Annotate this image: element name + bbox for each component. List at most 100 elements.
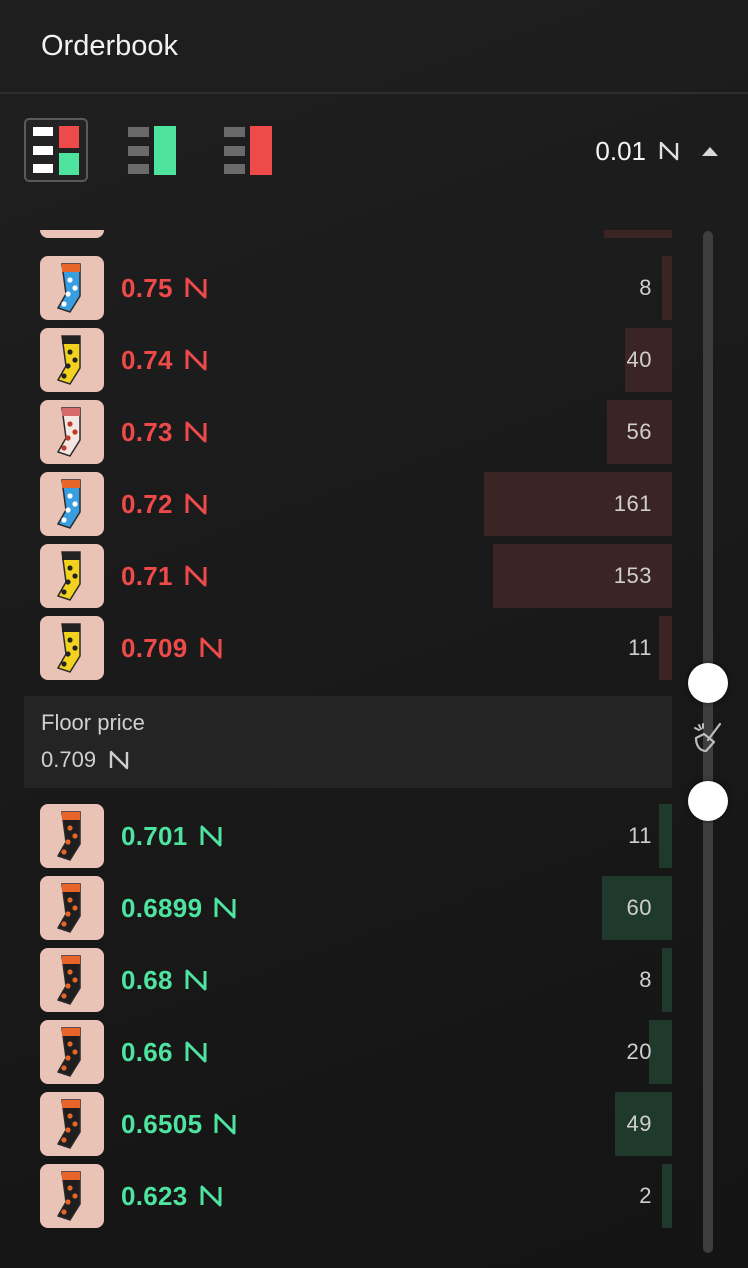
near-icon — [198, 1183, 224, 1209]
order-price: 0.75 — [121, 256, 209, 320]
order-quantity: 2 — [639, 1183, 652, 1208]
view-asks-button[interactable] — [216, 118, 280, 182]
order-quantity: 40 — [626, 347, 652, 372]
floor-price-value: 0.709 — [41, 747, 130, 773]
order-quantity: 49 — [626, 1111, 652, 1136]
floor-price-label: Floor price — [41, 710, 145, 735]
nft-thumbnail[interactable] — [40, 1164, 104, 1228]
nft-thumbnail[interactable] — [40, 1020, 104, 1084]
order-price: 0.623 — [121, 1164, 224, 1228]
ask-row[interactable]: 0.71 153 — [40, 544, 672, 608]
order-quantity: 153 — [613, 563, 652, 588]
near-icon — [198, 823, 224, 849]
ask-row[interactable]: 0.72 161 — [40, 472, 672, 536]
ask-row[interactable]: 0.74 40 — [40, 328, 672, 392]
order-quantity: 8 — [639, 967, 652, 992]
layout-icon-bar — [128, 127, 149, 137]
near-icon — [183, 491, 209, 517]
bid-row[interactable]: 0.66 20 — [40, 1020, 672, 1084]
bid-row[interactable]: 0.6899 60 — [40, 876, 672, 940]
asks-block-icon — [59, 126, 79, 148]
near-icon — [108, 749, 130, 771]
chevron-up-icon[interactable] — [702, 146, 718, 156]
price-value: 0.6899 — [121, 892, 203, 923]
layout-icon-bar — [224, 164, 245, 174]
price-value: 0.73 — [121, 416, 173, 447]
nft-thumbnail[interactable] — [40, 472, 104, 536]
order-quantity: 56 — [626, 419, 652, 444]
nft-thumbnail[interactable] — [40, 876, 104, 940]
bid-row[interactable]: 0.701 11 — [40, 804, 672, 868]
order-quantity: 20 — [626, 1039, 652, 1064]
nft-thumbnail[interactable] — [40, 256, 104, 320]
price-value: 0.6505 — [121, 1108, 203, 1139]
orderbook-list[interactable]: 0.75 8 0.74 40 0.73 56 0.72 161 0.71 153 0.709 11 F… — [0, 230, 690, 1240]
layout-icon-bar — [224, 127, 245, 137]
depth-bar — [659, 804, 672, 868]
layout-icon-bar — [33, 164, 53, 173]
bid-row[interactable]: 0.623 2 — [40, 1164, 672, 1228]
nft-thumbnail[interactable] — [40, 544, 104, 608]
ask-row-partial — [40, 230, 672, 238]
depth-bar — [662, 948, 672, 1012]
view-bids-button[interactable] — [120, 118, 184, 182]
price-value: 0.75 — [121, 272, 173, 303]
layout-icon-bar — [128, 164, 149, 174]
layout-icon-bar — [128, 146, 149, 156]
near-icon — [198, 635, 224, 661]
broom-icon[interactable] — [690, 720, 726, 756]
ask-row[interactable]: 0.75 8 — [40, 256, 672, 320]
upper-range-handle[interactable] — [688, 663, 728, 703]
nft-thumbnail[interactable] — [40, 948, 104, 1012]
asks-block-icon — [250, 126, 272, 175]
layout-icon-bar — [33, 146, 53, 155]
price-value: 0.68 — [121, 964, 173, 995]
order-price: 0.6505 — [121, 1092, 238, 1156]
price-value: 0.66 — [121, 1036, 173, 1067]
order-quantity: 11 — [628, 635, 652, 660]
view-both-button[interactable] — [24, 118, 88, 182]
near-icon — [183, 419, 209, 445]
depth-bar — [649, 1020, 672, 1084]
price-value: 0.709 — [121, 632, 188, 663]
page-title: Orderbook — [41, 30, 179, 62]
near-icon — [212, 1111, 238, 1137]
ask-row[interactable]: 0.709 11 — [40, 616, 672, 680]
depth-bar — [604, 230, 672, 238]
nft-thumbnail[interactable] — [40, 1092, 104, 1156]
order-quantity: 161 — [613, 491, 652, 516]
order-price: 0.66 — [121, 1020, 209, 1084]
near-icon — [183, 563, 209, 589]
order-price: 0.74 — [121, 328, 209, 392]
bid-row[interactable]: 0.68 8 — [40, 948, 672, 1012]
bid-row[interactable]: 0.6505 49 — [40, 1092, 672, 1156]
ask-row[interactable]: 0.73 56 — [40, 400, 672, 464]
price-value: 0.74 — [121, 344, 173, 375]
order-quantity: 11 — [628, 823, 652, 848]
layout-icon-bar — [224, 146, 245, 156]
near-icon — [212, 895, 238, 921]
nft-thumbnail[interactable] — [40, 400, 104, 464]
nft-thumbnail[interactable] — [40, 328, 104, 392]
nft-thumbnail[interactable] — [40, 616, 104, 680]
price-value: 0.72 — [121, 488, 173, 519]
price-value: 0.701 — [121, 820, 188, 851]
depth-bar — [662, 256, 672, 320]
order-price: 0.71 — [121, 544, 209, 608]
orderbook-toolbar: 0.01 — [0, 118, 748, 184]
tick-size-select[interactable]: 0.01 — [595, 136, 718, 166]
order-price: 0.68 — [121, 948, 209, 1012]
orderbook-header: Orderbook — [0, 0, 748, 94]
depth-bar — [659, 616, 672, 680]
nft-thumbnail — [40, 230, 104, 238]
order-quantity: 8 — [639, 275, 652, 300]
nft-thumbnail[interactable] — [40, 804, 104, 868]
order-price: 0.6899 — [121, 876, 238, 940]
tick-size-value: 0.01 — [595, 135, 646, 166]
bids-block-icon — [154, 126, 176, 175]
near-icon — [183, 347, 209, 373]
lower-range-handle[interactable] — [688, 781, 728, 821]
order-price: 0.701 — [121, 804, 224, 868]
layout-icon-bar — [33, 127, 53, 136]
price-value: 0.623 — [121, 1180, 188, 1211]
